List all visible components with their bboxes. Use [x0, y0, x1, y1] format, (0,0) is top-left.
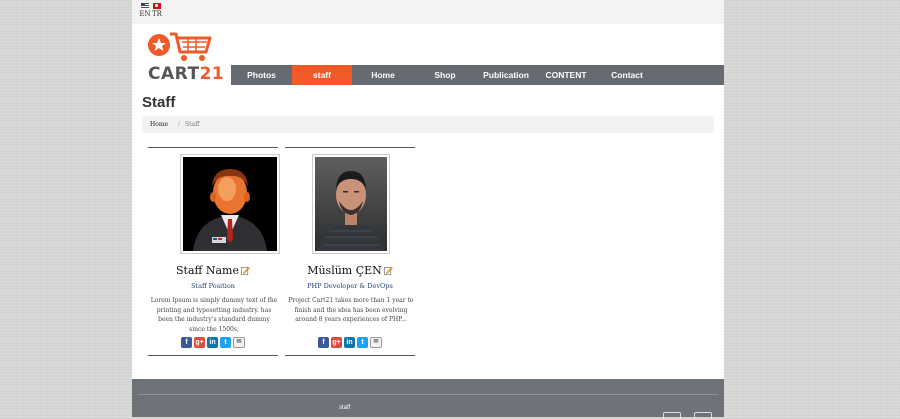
footer-icon-button[interactable] [694, 412, 712, 419]
staff-name-text: Müslüm ÇEN [307, 264, 382, 277]
footer-divider [138, 394, 718, 395]
logo-text: CART21 [148, 64, 224, 84]
breadcrumb: Home / Staff [142, 116, 714, 133]
language-tr-label: TR [152, 10, 162, 18]
cart-logo-icon [148, 32, 212, 61]
nav-item-staff[interactable]: staff [292, 65, 352, 85]
breadcrumb-separator: / [178, 121, 181, 128]
placeholder-avatar-icon [183, 157, 277, 251]
staff-position: PHP Developer & DevOps [307, 282, 393, 290]
social-links: f g+ in t ✉ [285, 337, 415, 356]
nav-item-home[interactable]: Home [352, 65, 414, 85]
staff-bio: Project Cart21 takes more than 1 year to… [288, 297, 414, 323]
nav-item-photos[interactable]: Photos [231, 65, 292, 85]
page-title: Staff [142, 94, 176, 111]
breadcrumb-current: Staff [185, 121, 200, 128]
staff-card: Müslüm ÇEN PHP Developer & DevOps Projec… [285, 147, 415, 356]
google-plus-icon[interactable]: g+ [331, 337, 342, 348]
site-logo[interactable]: CART21 [146, 28, 230, 84]
linkedin-icon[interactable]: in [344, 337, 355, 348]
facebook-icon[interactable]: f [181, 337, 192, 348]
staff-card: Staff Name Staff Position Lorem Ipsum is… [148, 147, 280, 356]
edit-icon[interactable] [383, 266, 393, 275]
nav-item-publication[interactable]: Publication [476, 65, 536, 85]
logo-text-accent: 21 [199, 64, 225, 84]
staff-position: Staff Position [191, 282, 235, 290]
google-plus-icon[interactable]: g+ [194, 337, 205, 348]
footer-heading: staff [339, 405, 351, 411]
language-tr-link[interactable]: TR [146, 2, 168, 19]
logo-text-main: CART [148, 64, 200, 84]
nav-item-shop[interactable]: Shop [414, 65, 476, 85]
message-icon[interactable]: ✉ [370, 337, 382, 348]
language-bar: EN TR [132, 0, 724, 24]
staff-name: Müslüm ÇEN [285, 264, 415, 277]
staff-photo-frame [312, 154, 390, 254]
main-nav: Photos staff Home Shop Publication CONTE… [231, 65, 724, 85]
message-icon[interactable]: ✉ [233, 337, 245, 348]
edit-icon[interactable] [241, 266, 250, 275]
staff-photo-frame [180, 154, 280, 254]
nav-item-contact[interactable]: Contact [596, 65, 658, 85]
facebook-icon[interactable]: f [318, 337, 329, 348]
staff-bio: Lorem Ipsum is simply dummy text of the … [150, 297, 278, 333]
social-links: f g+ in t ✉ [148, 337, 278, 356]
linkedin-icon[interactable]: in [207, 337, 218, 348]
footer-icon-button[interactable] [663, 412, 681, 419]
tr-flag-icon [153, 3, 161, 9]
twitter-icon[interactable]: t [220, 337, 231, 348]
person-portrait [315, 157, 387, 251]
footer: staff [132, 379, 724, 419]
staff-name-text: Staff Name [176, 264, 239, 277]
nav-item-content[interactable]: CONTENT [536, 65, 596, 85]
breadcrumb-home-link[interactable]: Home [150, 116, 168, 133]
staff-name: Staff Name [148, 264, 278, 277]
twitter-icon[interactable]: t [357, 337, 368, 348]
page-container: EN TR CART21 Photos staff Home Shop Publ… [132, 0, 724, 419]
